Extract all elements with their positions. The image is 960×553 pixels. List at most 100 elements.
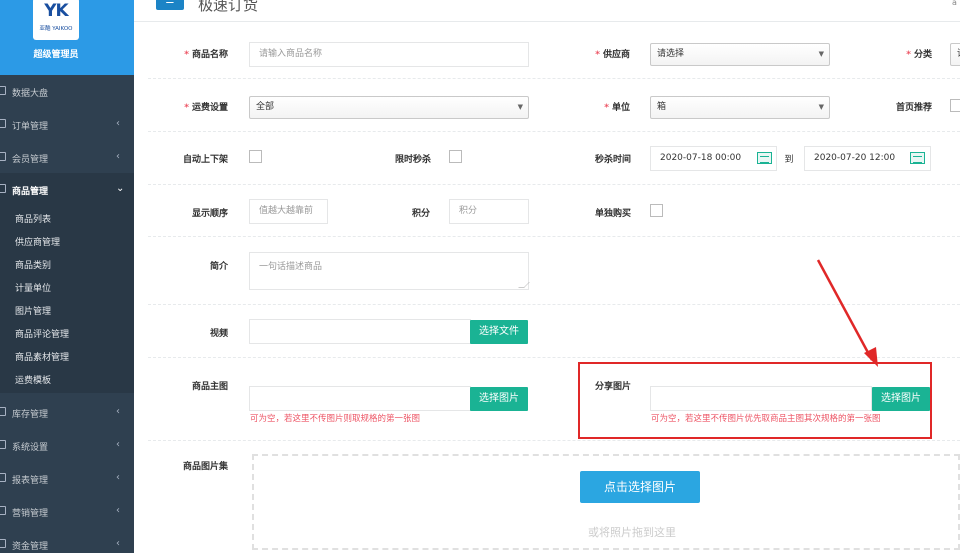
menu-item-members[interactable]: 会员管理 ‹ <box>0 141 134 174</box>
chevron-left-icon: ‹ <box>116 439 120 450</box>
submenu-item-reviews[interactable]: 商品评论管理 <box>15 327 69 340</box>
video-label: 视频 <box>209 329 228 339</box>
shipping-label: * 运费设置 <box>184 103 228 113</box>
submenu-item-images[interactable]: 图片管理 <box>15 304 51 317</box>
category-select[interactable]: 请 <box>950 43 960 66</box>
auto-shelf-label: 自动上下架 <box>182 155 228 165</box>
inventory-icon <box>0 407 6 416</box>
products-submenu: 商品列表 供应商管理 商品类别 计量单位 图片管理 商品评论管理 商品素材管理 … <box>0 206 134 393</box>
submenu-item-units[interactable]: 计量单位 <box>15 281 51 294</box>
menu-item-products[interactable]: 商品管理 ⌄ <box>0 173 134 206</box>
intro-textarea[interactable]: 一句话描述商品 <box>249 252 530 290</box>
chevron-left-icon: ‹ <box>116 118 120 129</box>
sidebar: YK 亚酷 YAIKOO 超级管理员 数据大盘 订单管理 ‹ 会员管理 ‹ 商品… <box>0 0 134 553</box>
hamburger-icon[interactable]: ☰ <box>156 0 184 10</box>
chevron-left-icon: ‹ <box>116 406 120 417</box>
single-buy-checkbox[interactable] <box>650 204 663 217</box>
row-divider <box>148 440 960 441</box>
reports-icon <box>0 473 6 482</box>
flash-time-label: 秒杀时间 <box>594 155 631 165</box>
menu-item-marketing[interactable]: 营销管理 ‹ <box>0 495 134 528</box>
brand-logo: YK 亚酷 YAIKOO <box>33 0 79 40</box>
dropdown-caret-icon: ▼ <box>818 103 824 111</box>
points-input[interactable]: 积分 <box>449 199 529 224</box>
menu-label: 库存管理 <box>12 410 49 420</box>
main-image-input[interactable] <box>249 386 471 411</box>
row-divider <box>148 131 960 132</box>
home-recommend-checkbox[interactable] <box>950 99 960 112</box>
submenu-item-product-list[interactable]: 商品列表 <box>15 212 51 225</box>
row-divider <box>148 184 960 185</box>
flash-sale-label: 限时秒杀 <box>394 155 431 165</box>
annotation-arrow-icon <box>816 259 878 367</box>
submenu-item-categories[interactable]: 商品类别 <box>15 258 51 271</box>
supplier-label: * 供应商 <box>595 50 630 60</box>
main-image-hint: 可为空，若这里不传图片则取规格的第一张图 <box>250 414 421 424</box>
category-label: * 分类 <box>906 50 932 60</box>
page-title: 极速订货 <box>198 0 259 14</box>
supplier-select[interactable]: 请选择 ▼ <box>650 43 830 66</box>
main-image-label: 商品主图 <box>191 382 228 392</box>
menu-label: 报表管理 <box>12 476 49 486</box>
dashboard-icon <box>0 86 6 95</box>
menu-item-reports[interactable]: 报表管理 ‹ <box>0 462 134 495</box>
product-name-label: * 商品名称 <box>184 50 228 60</box>
finance-icon <box>0 539 6 548</box>
menu-label: 数据大盘 <box>12 89 49 99</box>
resize-handle-icon[interactable] <box>518 282 530 288</box>
dropdown-caret-icon: ▼ <box>517 103 523 111</box>
product-name-input[interactable]: 请输入商品名称 <box>249 42 529 67</box>
menu-label: 订单管理 <box>12 122 49 132</box>
sidebar-header: YK 亚酷 YAIKOO 超级管理员 <box>0 0 134 75</box>
menu-label: 资金管理 <box>12 542 49 552</box>
products-icon <box>0 184 6 193</box>
gallery-label: 商品图片集 <box>182 462 228 472</box>
points-label: 积分 <box>411 209 430 219</box>
orders-icon <box>0 119 6 128</box>
flash-sale-checkbox[interactable] <box>449 150 462 163</box>
chevron-left-icon: ‹ <box>116 505 120 516</box>
header-right-icon[interactable]: a <box>952 0 957 7</box>
shipping-select[interactable]: 全部 ▼ <box>249 96 529 119</box>
user-role-label[interactable]: 超级管理员 <box>0 47 112 60</box>
unit-select[interactable]: 箱 ▼ <box>650 96 830 119</box>
drop-hint-text: 或将照片拖到这里 <box>588 526 676 539</box>
row-divider <box>148 78 960 79</box>
row-divider <box>148 236 960 237</box>
choose-main-image-button[interactable]: 选择图片 <box>470 387 528 411</box>
intro-label: 简介 <box>209 262 228 272</box>
auto-shelf-checkbox[interactable] <box>249 150 262 163</box>
members-icon <box>0 152 6 161</box>
submenu-item-suppliers[interactable]: 供应商管理 <box>15 235 60 248</box>
menu-item-finance[interactable]: 资金管理 ‹ <box>0 528 134 553</box>
top-header: ☰ 极速订货 a <box>134 0 960 22</box>
unit-label: * 单位 <box>604 103 630 113</box>
calendar-icon[interactable] <box>757 152 772 164</box>
menu-item-orders[interactable]: 订单管理 ‹ <box>0 108 134 141</box>
chevron-left-icon: ‹ <box>116 472 120 483</box>
menu-label: 系统设置 <box>12 443 49 453</box>
dropdown-caret-icon: ▼ <box>818 50 824 58</box>
marketing-icon <box>0 506 6 515</box>
logo-mark: YK <box>44 1 68 21</box>
display-order-label: 显示顺序 <box>191 209 228 219</box>
video-file-input[interactable] <box>249 319 471 344</box>
menu-label: 商品管理 <box>12 187 49 197</box>
submenu-item-materials[interactable]: 商品素材管理 <box>15 350 69 363</box>
menu-item-dashboard[interactable]: 数据大盘 <box>0 75 134 108</box>
chevron-down-icon: ⌄ <box>116 183 125 194</box>
calendar-icon[interactable] <box>910 152 925 164</box>
menu-item-inventory[interactable]: 库存管理 ‹ <box>0 396 134 429</box>
settings-icon <box>0 440 6 449</box>
menu-item-settings[interactable]: 系统设置 ‹ <box>0 429 134 462</box>
select-images-button[interactable]: 点击选择图片 <box>580 471 700 503</box>
home-recommend-label: 首页推荐 <box>895 103 932 113</box>
intro-placeholder: 一句话描述商品 <box>259 262 323 272</box>
menu-label: 会员管理 <box>12 155 49 165</box>
display-order-input[interactable]: 值越大越靠前 <box>249 199 328 224</box>
logo-text: 亚酷 YAIKOO <box>39 26 73 32</box>
chevron-left-icon: ‹ <box>116 538 120 549</box>
range-separator: 到 <box>784 155 794 165</box>
choose-file-button[interactable]: 选择文件 <box>470 320 528 344</box>
submenu-item-shipping-templates[interactable]: 运费模板 <box>15 373 51 386</box>
